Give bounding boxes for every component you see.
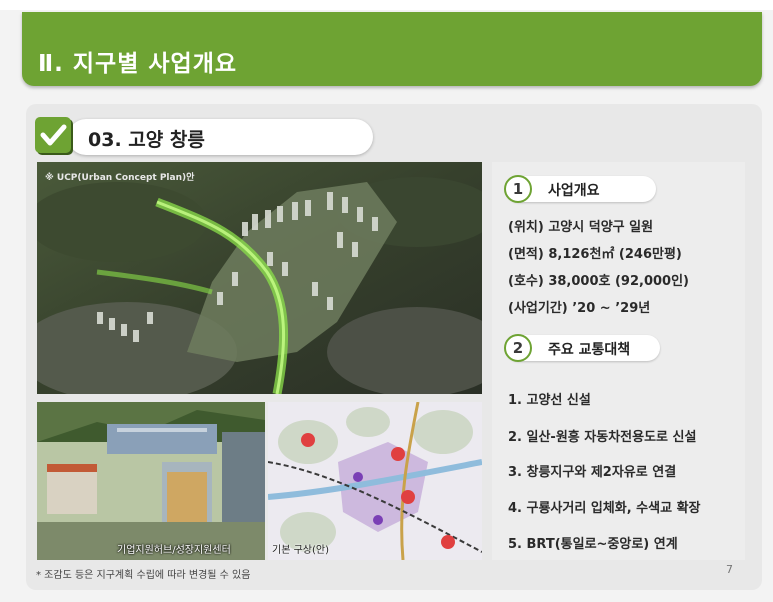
transport-title: 주요 교통대책	[548, 342, 631, 358]
transport-item: 3. 창릉지구와 제2자유로 연결	[508, 465, 677, 480]
overview-period: (사업기간) ’20 ~ ’29년	[508, 301, 651, 316]
checkmark-icon	[35, 117, 71, 153]
plan-caption: 기본 구상(안)	[272, 545, 329, 556]
page-header: Ⅱ. 지구별 사업개요	[22, 12, 762, 86]
transport-item: 5. BRT(통일로~중앙로) 연계	[508, 537, 678, 552]
section-title: 03. 고양 창릉	[88, 129, 205, 151]
render-caption: 기업지원허브/성장지원센터	[117, 545, 231, 556]
footnote: * 조감도 등은 지구계획 수립에 따라 변경될 수 있음	[36, 570, 251, 581]
transport-item: 1. 고양선 신설	[508, 393, 591, 408]
page-number: 7	[726, 563, 733, 576]
number-badge-2: 2	[504, 334, 532, 362]
aerial-view-image: ※ UCP(Urban Concept Plan)안	[37, 162, 482, 394]
top-strip	[0, 0, 773, 10]
page-title: Ⅱ. 지구별 사업개요	[38, 51, 238, 77]
aerial-note: ※ UCP(Urban Concept Plan)안	[45, 173, 195, 183]
transport-item: 4. 구룡사거리 입체화, 수색교 확장	[508, 501, 701, 516]
overview-households: (호수) 38,000호 (92,000인)	[508, 274, 689, 289]
overview-heading: 1 사업개요	[504, 175, 656, 203]
building-render-image: 기업지원허브/성장지원센터	[37, 402, 265, 560]
overview-location: (위치) 고양시 덕양구 일원	[508, 220, 654, 235]
concept-plan-image: 기본 구상(안)	[268, 402, 482, 560]
overview-area: (면적) 8,126천㎡ (246만평)	[508, 247, 682, 262]
section-title-pill: 03. 고양 창릉	[68, 119, 373, 155]
transport-item: 2. 일산-원흥 자동차전용도로 신설	[508, 430, 697, 445]
number-badge-1: 1	[504, 175, 532, 203]
transport-heading: 2 주요 교통대책	[504, 334, 660, 362]
overview-title: 사업개요	[548, 183, 600, 199]
